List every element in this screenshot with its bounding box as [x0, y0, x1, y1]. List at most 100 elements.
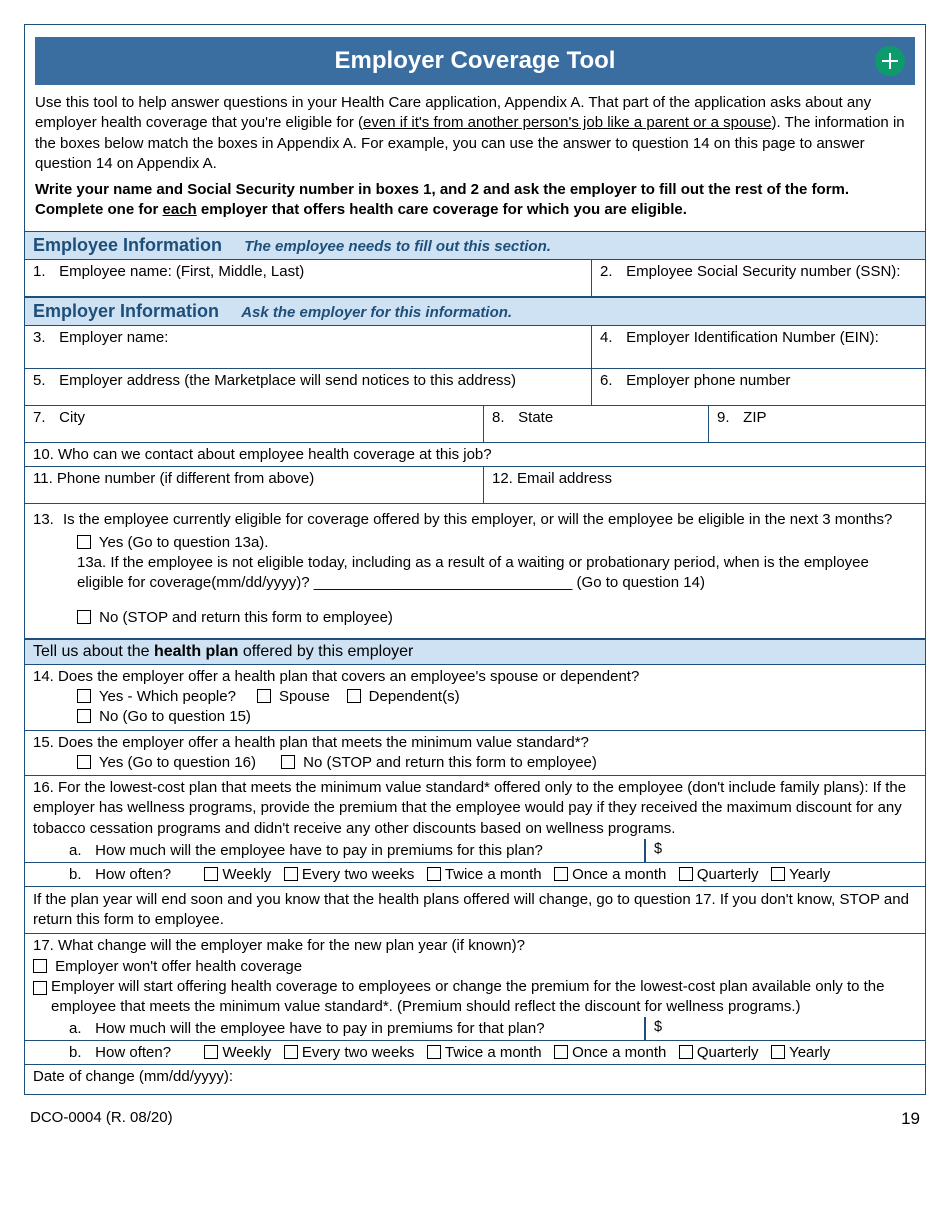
- plus-icon: [875, 46, 905, 76]
- q17-date-label: Date of change (mm/dd/yyyy):: [33, 1068, 233, 1085]
- row-q1-q2: 1. Employee name: (First, Middle, Last) …: [25, 260, 925, 297]
- employee-head-sub: The employee needs to fill out this sect…: [244, 238, 551, 255]
- q15-block: 15. Does the employer offer a health pla…: [25, 731, 925, 777]
- q8-label: State: [518, 409, 553, 426]
- q8-cell[interactable]: 8. State: [484, 406, 709, 442]
- q17a-num: a.: [69, 1020, 91, 1037]
- q16b-twice: Twice a month: [445, 866, 542, 883]
- q14-spouse-label: Spouse: [279, 688, 330, 705]
- q16-text: 16. For the lowest-cost plan that meets …: [33, 779, 906, 837]
- intro-2u: each: [163, 201, 197, 218]
- q9-cell[interactable]: 9. ZIP: [709, 406, 925, 442]
- q17b-twice: Twice a month: [445, 1044, 542, 1061]
- q5-label: Employer address (the Marketplace will s…: [59, 372, 516, 389]
- q7-num: 7.: [33, 409, 55, 426]
- q14-dep-label: Dependent(s): [369, 688, 460, 705]
- q17-text: 17. What change will the employer make f…: [33, 936, 917, 956]
- q4-cell[interactable]: 4. Employer Identification Number (EIN):: [592, 326, 925, 368]
- q13a-text: 13a. If the employee is not eligible tod…: [33, 553, 917, 594]
- q10-cell[interactable]: 10. Who can we contact about employee he…: [25, 443, 925, 466]
- q11-cell[interactable]: 11. Phone number (if different from abov…: [25, 467, 484, 503]
- q16a-amount-cell[interactable]: $: [645, 839, 925, 862]
- form-title: Employer Coverage Tool: [335, 47, 616, 74]
- q17b-yearly-checkbox[interactable]: [771, 1045, 785, 1059]
- q17b-weekly-checkbox[interactable]: [204, 1045, 218, 1059]
- q17-date-row[interactable]: Date of change (mm/dd/yyyy):: [25, 1065, 925, 1093]
- q14-spouse-checkbox[interactable]: [257, 689, 271, 703]
- employer-head-title: Employer Information: [33, 301, 219, 321]
- q16b-twice-checkbox[interactable]: [427, 867, 441, 881]
- q13-num: 13.: [33, 510, 63, 530]
- row-q10: 10. Who can we contact about employee he…: [25, 443, 925, 467]
- intro-1u: even if it's from another person's job l…: [363, 114, 771, 131]
- q17a-row: a. How much will the employee have to pa…: [25, 1017, 925, 1041]
- page-number: 19: [901, 1109, 920, 1129]
- q17-opt1-checkbox[interactable]: [33, 959, 47, 973]
- q1-num: 1.: [33, 263, 55, 280]
- q12-cell[interactable]: 12. Email address: [484, 467, 925, 503]
- q14-yes-checkbox[interactable]: [77, 689, 91, 703]
- q17b-cell: b. How often? Weekly Every two weeks Twi…: [25, 1041, 925, 1064]
- q14-text: 14. Does the employer offer a health pla…: [33, 667, 917, 687]
- q17-opt2-label: Employer will start offering health cove…: [51, 977, 917, 1018]
- q15-text: 15. Does the employer offer a health pla…: [33, 733, 917, 753]
- q16a-label-cell: a. How much will the employee have to pa…: [25, 839, 645, 862]
- q9-num: 9.: [717, 409, 739, 426]
- q13-yes-label: Yes (Go to question 13a).: [99, 534, 269, 551]
- q1-cell[interactable]: 1. Employee name: (First, Middle, Last): [25, 260, 592, 296]
- q17a-text: How much will the employee have to pay i…: [95, 1020, 544, 1037]
- q16b-biweekly-checkbox[interactable]: [284, 867, 298, 881]
- form-container: Employer Coverage Tool Use this tool to …: [24, 24, 926, 1095]
- q11-label: 11. Phone number (if different from abov…: [33, 470, 314, 487]
- page: Employer Coverage Tool Use this tool to …: [0, 0, 950, 1141]
- q17b-num: b.: [69, 1044, 91, 1061]
- q6-cell[interactable]: 6. Employer phone number: [592, 369, 925, 405]
- q14-no-checkbox[interactable]: [77, 709, 91, 723]
- row-q5-q6: 5. Employer address (the Marketplace wil…: [25, 369, 925, 406]
- q17a-amount-cell[interactable]: $: [645, 1017, 925, 1040]
- q13-block: 13. Is the employee currently eligible f…: [25, 504, 925, 639]
- q17b-once: Once a month: [572, 1044, 666, 1061]
- q15-yes-checkbox[interactable]: [77, 755, 91, 769]
- q8-num: 8.: [492, 409, 514, 426]
- q17b-biweekly-checkbox[interactable]: [284, 1045, 298, 1059]
- plan-section-head: Tell us about the health plan offered by…: [25, 639, 925, 665]
- q17-opt2-checkbox[interactable]: [33, 981, 47, 995]
- q16a-text: How much will the employee have to pay i…: [95, 842, 543, 859]
- q16b-quarterly-checkbox[interactable]: [679, 867, 693, 881]
- plan-head-c: offered by this employer: [238, 643, 413, 660]
- q16b-once: Once a month: [572, 866, 666, 883]
- q17b-once-checkbox[interactable]: [554, 1045, 568, 1059]
- q13-no-checkbox[interactable]: [77, 610, 91, 624]
- q13-text: Is the employee currently eligible for c…: [63, 510, 892, 530]
- q13-yes-checkbox[interactable]: [77, 535, 91, 549]
- q15-no-checkbox[interactable]: [281, 755, 295, 769]
- employer-head-sub: Ask the employer for this information.: [241, 304, 512, 321]
- q17b-yearly: Yearly: [789, 1044, 830, 1061]
- q4-num: 4.: [600, 329, 622, 346]
- q17b-quarterly: Quarterly: [697, 1044, 759, 1061]
- q5-cell[interactable]: 5. Employer address (the Marketplace wil…: [25, 369, 592, 405]
- q16b-once-checkbox[interactable]: [554, 867, 568, 881]
- q17b-biweekly: Every two weeks: [302, 1044, 415, 1061]
- q7-cell[interactable]: 7. City: [25, 406, 484, 442]
- q17b-twice-checkbox[interactable]: [427, 1045, 441, 1059]
- q16b-yearly: Yearly: [789, 866, 830, 883]
- q16b-weekly-checkbox[interactable]: [204, 867, 218, 881]
- q9-label: ZIP: [743, 409, 766, 426]
- q16b-quarterly: Quarterly: [697, 866, 759, 883]
- q16b-yearly-checkbox[interactable]: [771, 867, 785, 881]
- q3-label: Employer name:: [59, 329, 168, 346]
- employee-section-head: Employee Information The employee needs …: [25, 231, 925, 260]
- q3-cell[interactable]: 3. Employer name:: [25, 326, 592, 368]
- q17a-label-cell: a. How much will the employee have to pa…: [25, 1017, 645, 1040]
- q2-cell[interactable]: 2. Employee Social Security number (SSN)…: [592, 260, 925, 296]
- employer-section-head: Employer Information Ask the employer fo…: [25, 297, 925, 326]
- q16b-num: b.: [69, 866, 91, 883]
- q17b-quarterly-checkbox[interactable]: [679, 1045, 693, 1059]
- intro-text: Use this tool to help answer questions i…: [25, 85, 925, 231]
- q16b-cell: b. How often? Weekly Every two weeks Twi…: [25, 863, 925, 886]
- q14-block: 14. Does the employer offer a health pla…: [25, 665, 925, 731]
- q14-dependent-checkbox[interactable]: [347, 689, 361, 703]
- q17b-text: How often?: [95, 1044, 171, 1061]
